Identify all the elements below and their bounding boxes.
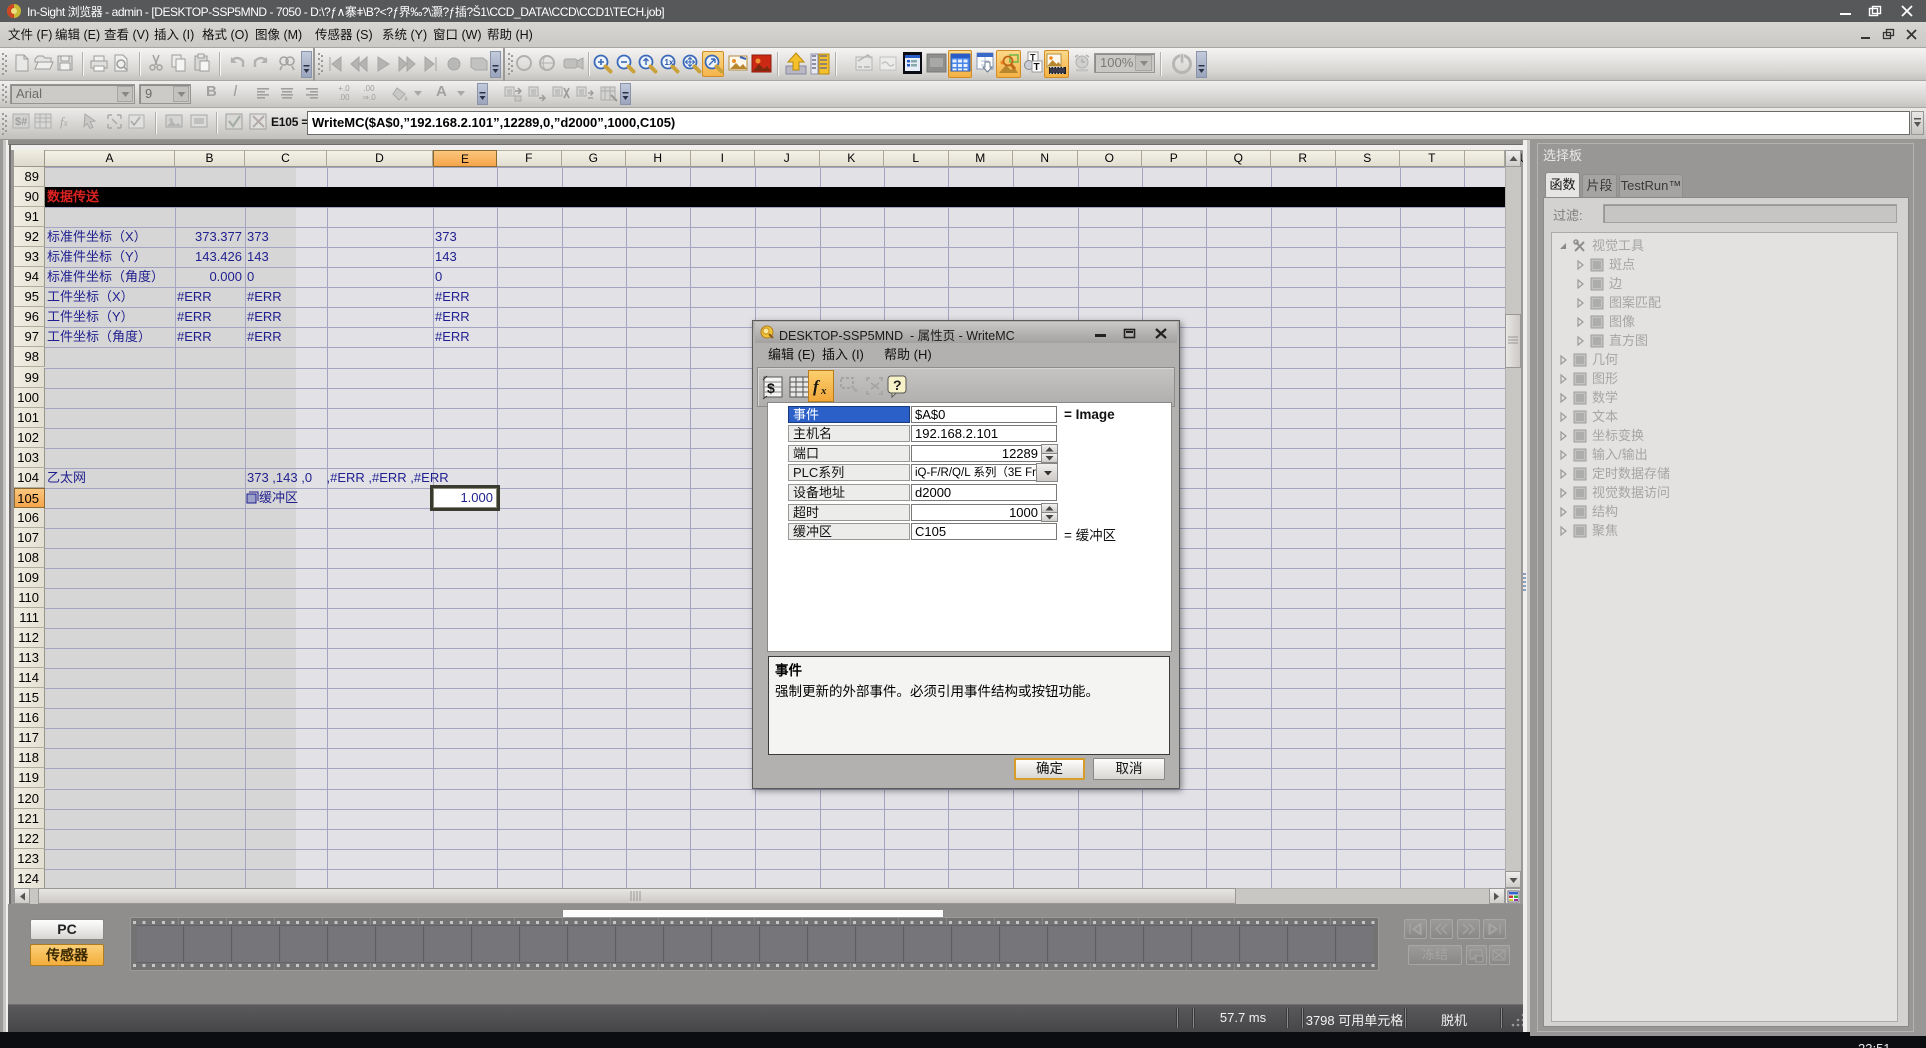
svg-text:x: x [820,385,827,397]
svg-text:T: T [1034,62,1040,73]
svg-text:$: $ [767,380,775,396]
svg-text:fx: fx [60,114,68,129]
svg-text:f: f [813,377,821,396]
svg-text:1x: 1x [665,58,674,67]
svg-text:$#: $# [15,116,27,128]
svg-text:?: ? [893,377,902,393]
